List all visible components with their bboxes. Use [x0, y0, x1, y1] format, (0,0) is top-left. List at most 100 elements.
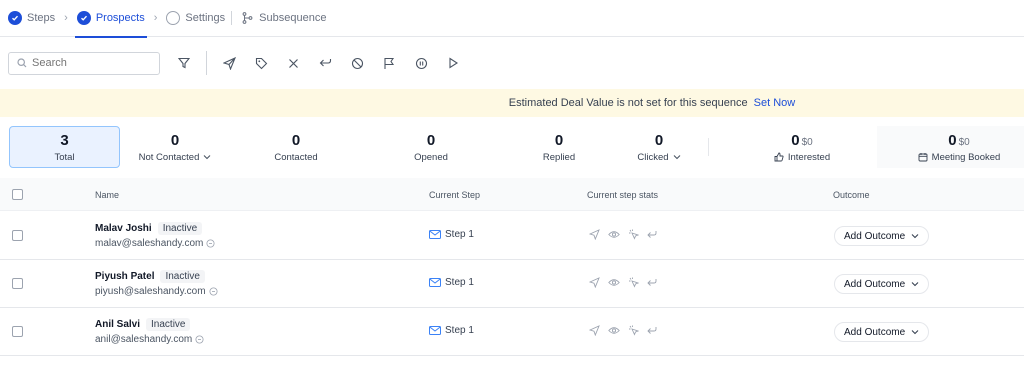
table-row[interactable]: Malav Joshi Inactive malav@saleshandy.co…	[0, 212, 1024, 260]
table-row[interactable]: Piyush Patel Inactive piyush@saleshandy.…	[0, 260, 1024, 308]
tab-steps-label: Steps	[27, 12, 56, 24]
tab-settings[interactable]: Settings	[166, 0, 225, 37]
chevron-down-icon	[203, 154, 211, 160]
add-outcome-button[interactable]: Add Outcome	[834, 226, 930, 246]
flag-icon[interactable]	[379, 53, 399, 73]
mail-icon	[429, 278, 441, 287]
close-icon[interactable]	[283, 53, 303, 73]
header-step-stats: Current step stats	[587, 190, 659, 200]
tab-prospects[interactable]: Prospects	[74, 0, 147, 38]
toolbar-divider	[206, 51, 207, 75]
status-badge: Inactive	[157, 222, 203, 235]
prospect-name-line: Malav Joshi Inactive	[95, 222, 203, 235]
prospect-name[interactable]: Malav Joshi	[95, 223, 152, 234]
search-icon	[17, 58, 27, 68]
check-circle-icon	[8, 11, 22, 25]
row-checkbox[interactable]	[12, 278, 23, 289]
stat-not-contacted-value: 0	[170, 131, 180, 149]
add-outcome-label: Add Outcome	[844, 326, 906, 338]
row-checkbox[interactable]	[12, 230, 23, 241]
stat-meeting-booked-value-row: 0 $0	[948, 132, 969, 149]
stat-interested-value: 0	[791, 131, 800, 149]
stat-total[interactable]: 3 Total	[9, 126, 120, 168]
click-icon	[628, 325, 639, 336]
sequence-tabs: Steps › Prospects › Settings Subsequence	[0, 0, 1024, 38]
tab-subsequence[interactable]: Subsequence	[242, 0, 326, 37]
stat-replied-label: Replied	[542, 151, 576, 163]
send-icon[interactable]	[219, 53, 239, 73]
stat-contacted-label: Contacted	[274, 151, 318, 163]
reply-icon	[647, 326, 657, 335]
eye-icon	[608, 326, 620, 335]
prospect-name[interactable]: Anil Salvi	[95, 319, 140, 330]
table-row[interactable]: Anil Salvi Inactive anil@saleshandy.com …	[0, 308, 1024, 356]
tab-settings-label: Settings	[185, 12, 226, 24]
filter-icon[interactable]	[174, 53, 194, 73]
set-now-link[interactable]: Set Now	[754, 97, 796, 109]
block-icon[interactable]	[347, 53, 367, 73]
tab-divider	[231, 11, 233, 25]
search-input[interactable]	[32, 57, 142, 69]
click-icon	[628, 229, 639, 240]
chevron-down-icon	[911, 233, 919, 239]
stat-clicked-value: 0	[654, 131, 664, 149]
prospect-email-line: piyush@saleshandy.com	[95, 286, 218, 297]
stat-clicked[interactable]: 0 Clicked	[617, 126, 701, 168]
empty-circle-icon	[166, 11, 181, 25]
stat-meeting-booked-amount: $0	[958, 136, 970, 148]
current-step: Step 1	[429, 325, 474, 336]
stat-total-label: Total	[54, 151, 75, 163]
current-step: Step 1	[429, 277, 474, 288]
add-outcome-button[interactable]: Add Outcome	[834, 274, 930, 294]
tag-icon[interactable]	[251, 53, 271, 73]
copy-icon[interactable]	[195, 335, 204, 344]
reply-icon[interactable]	[315, 53, 335, 73]
stats-divider	[708, 138, 709, 156]
search-box[interactable]	[8, 51, 160, 75]
select-all-checkbox[interactable]	[12, 189, 23, 200]
check-circle-icon	[76, 11, 91, 25]
pause-icon[interactable]	[411, 53, 431, 73]
copy-icon[interactable]	[206, 239, 215, 248]
step-stats-icons	[589, 277, 665, 288]
stat-meeting-booked[interactable]: 0 $0 Meeting Booked	[899, 126, 1019, 168]
current-step: Step 1	[429, 229, 474, 240]
stat-not-contacted-label-row: Not Contacted	[139, 152, 212, 163]
copy-icon[interactable]	[209, 287, 218, 296]
header-current-step: Current Step	[429, 190, 481, 200]
prospect-name[interactable]: Piyush Patel	[95, 271, 154, 282]
add-outcome-button[interactable]: Add Outcome	[834, 322, 930, 342]
stat-opened-label: Opened	[414, 151, 448, 163]
stat-interested[interactable]: 0 $0 Interested	[754, 126, 850, 168]
table-header: Name Current Step Current step stats Out…	[0, 178, 1024, 211]
row-checkbox[interactable]	[12, 326, 23, 337]
stat-not-contacted-label: Not Contacted	[138, 151, 200, 163]
play-icon[interactable]	[443, 53, 463, 73]
step-stats-icons	[589, 325, 665, 336]
prospect-name-line: Piyush Patel Inactive	[95, 270, 205, 283]
stat-interested-amount: $0	[801, 136, 813, 148]
current-step-label: Step 1	[445, 325, 474, 336]
stat-not-contacted[interactable]: 0 Not Contacted	[127, 126, 223, 168]
tab-steps[interactable]: Steps	[8, 0, 55, 37]
eye-icon	[608, 278, 620, 287]
stat-opened[interactable]: 0 Opened	[389, 126, 473, 168]
mail-icon	[429, 230, 441, 239]
add-outcome-label: Add Outcome	[844, 230, 906, 242]
stat-replied[interactable]: 0 Replied	[517, 126, 601, 168]
prospect-name-line: Anil Salvi Inactive	[95, 318, 191, 331]
deal-value-banner: Estimated Deal Value is not set for this…	[0, 89, 1024, 117]
prospect-email: malav@saleshandy.com	[95, 238, 204, 249]
stat-interested-label-row: Interested	[774, 152, 830, 163]
stat-contacted[interactable]: 0 Contacted	[254, 126, 338, 168]
step-stats-icons	[589, 229, 665, 240]
stat-meeting-booked-label-row: Meeting Booked	[918, 152, 1000, 163]
stat-clicked-label-row: Clicked	[637, 152, 680, 163]
prospect-email: piyush@saleshandy.com	[95, 286, 206, 297]
eye-icon	[608, 230, 620, 239]
calendar-icon	[918, 152, 928, 162]
reply-icon	[647, 230, 657, 239]
reply-icon	[647, 278, 657, 287]
sent-icon	[589, 277, 600, 288]
chevron-right-icon: ›	[153, 12, 158, 24]
